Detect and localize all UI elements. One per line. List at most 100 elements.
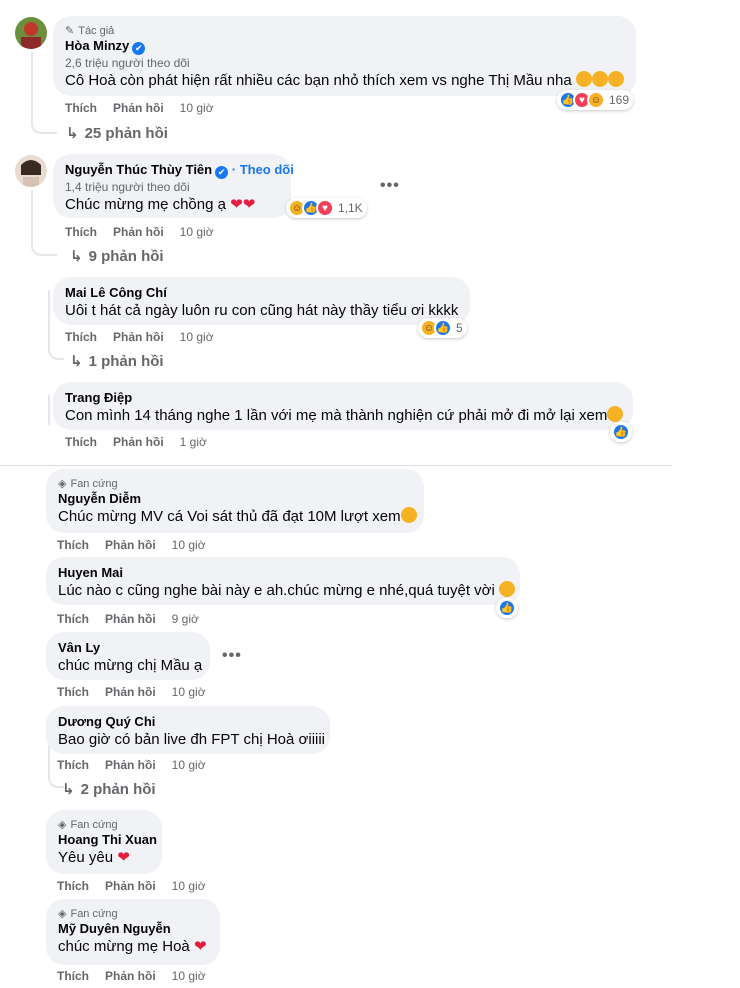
reply-button[interactable]: Phản hồi	[105, 969, 156, 983]
comment-bubble: Nguyễn Thúc Thùy Tiên ✔ · Theo dõi 1,4 tr…	[53, 154, 294, 218]
comment-text: Con mình 14 tháng nghe 1 lần với mẹ mà t…	[65, 406, 624, 426]
verified-icon: ✔	[215, 166, 229, 179]
reaction-summary[interactable]: 👍	[496, 598, 518, 618]
section-divider	[0, 465, 672, 466]
comment-bubble: ◈ Fan cứng Hoang Thi Xuan Yêu yêu ❤	[46, 810, 162, 874]
timestamp[interactable]: 9 giờ	[172, 612, 199, 626]
reply-button[interactable]: Phản hồi	[105, 879, 156, 893]
commenter-name[interactable]: Dương Quý Chi	[58, 714, 318, 730]
badge-label: Fan cứng	[70, 478, 118, 490]
reaction-summary[interactable]: 👍 ♥ ☺ 169	[557, 90, 634, 110]
comment-text: Chúc mừng MV cá Voi sát thủ đã đạt 10M l…	[58, 507, 417, 527]
follower-count: 1,4 triệu người theo dõi	[65, 180, 190, 194]
replies-label: 1 phản hồi	[88, 352, 164, 370]
laughing-emoji-icon	[400, 507, 417, 523]
hugging-emoji-icon	[499, 581, 516, 597]
more-options-icon[interactable]: •••	[222, 647, 242, 665]
like-button[interactable]: Thích	[65, 435, 97, 449]
reaction-count: 1,1K	[338, 201, 363, 215]
reply-button[interactable]: Phản hồi	[105, 538, 156, 552]
heart-emoji-icon: ❤	[117, 849, 130, 866]
commenter-name[interactable]: Hòa Minzy ✔	[65, 38, 624, 55]
follower-count: 2,6 triệu người theo dõi	[65, 56, 190, 70]
commenter-name[interactable]: Mai Lê Công Chí	[65, 285, 458, 301]
replies-label: 25 phản hồi	[84, 124, 168, 142]
like-button[interactable]: Thích	[57, 969, 89, 983]
like-button[interactable]: Thích	[57, 758, 89, 772]
reply-button[interactable]: Phản hồi	[105, 612, 156, 626]
follow-label[interactable]: Theo dõi	[240, 162, 294, 177]
follow-button[interactable]: · Theo dõi	[232, 162, 294, 177]
heart-emoji-icon: ❤	[242, 196, 256, 213]
comment-actions: Thích Phản hồi 10 giờ	[57, 969, 206, 983]
grin-emoji-icon	[607, 406, 624, 422]
thread-line	[31, 190, 33, 234]
badge-label: Fan cứng	[70, 908, 118, 920]
timestamp[interactable]: 10 giờ	[172, 758, 206, 772]
comment-text-body: Con mình 14 tháng nghe 1 lần với mẹ mà t…	[65, 407, 608, 424]
timestamp[interactable]: 10 giờ	[172, 538, 206, 552]
comment-text-body: Lúc nào c cũng nghe bài này e ah.chúc mừ…	[58, 582, 495, 599]
thread-line	[48, 395, 50, 425]
commenter-name[interactable]: Huyen Mai	[58, 565, 508, 581]
heart-emoji-icon: ❤	[193, 938, 207, 955]
reply-button[interactable]: Phản hồi	[105, 758, 156, 772]
commenter-name[interactable]: Nguyễn Thúc Thùy Tiên ✔ · Theo dõi	[65, 162, 294, 179]
reaction-summary[interactable]: ☺ 👍 5	[418, 318, 467, 338]
reply-button[interactable]: Phản hồi	[113, 435, 164, 449]
timestamp[interactable]: 1 giờ	[180, 435, 207, 449]
reply-button[interactable]: Phản hồi	[113, 101, 164, 115]
timestamp[interactable]: 10 giờ	[172, 685, 206, 699]
comment-text: Cô Hoà còn phát hiện rất nhiều các bạn n…	[65, 71, 624, 91]
like-button[interactable]: Thích	[57, 685, 89, 699]
comment-text: Uôi t hát cả ngày luôn ru con cũng hát n…	[65, 302, 459, 319]
timestamp[interactable]: 10 giờ	[180, 225, 214, 239]
like-button[interactable]: Thích	[65, 101, 97, 115]
like-button[interactable]: Thích	[57, 538, 89, 552]
timestamp[interactable]: 10 giờ	[180, 330, 214, 344]
timestamp[interactable]: 10 giờ	[172, 879, 206, 893]
comment-bubble: Vân Ly chúc mừng chị Mầu ạ	[46, 632, 210, 680]
comment-actions: Thích Phản hồi 10 giờ	[57, 758, 206, 772]
kiss-emoji-icon	[575, 71, 592, 87]
comment-text: chúc mừng chị Mầu ạ	[58, 657, 203, 674]
view-replies-button[interactable]: ↳ 1 phản hồi	[70, 352, 164, 371]
diamond-icon: ◈	[58, 819, 67, 831]
thread-line	[31, 52, 33, 112]
badge-label: Tác giả	[78, 25, 115, 37]
name-text[interactable]: Nguyễn Thúc Thùy Tiên	[65, 162, 212, 177]
badge-label: Fan cứng	[70, 819, 118, 831]
reply-button[interactable]: Phản hồi	[113, 225, 164, 239]
view-replies-button[interactable]: ↳ 2 phản hồi	[62, 780, 156, 799]
like-button[interactable]: Thích	[57, 612, 89, 626]
reply-arrow-icon: ↳	[70, 248, 83, 265]
view-replies-button[interactable]: ↳ 9 phản hồi	[70, 247, 164, 266]
commenter-name[interactable]: Hoang Thi Xuan	[58, 832, 157, 848]
commenter-name[interactable]: Vân Ly	[58, 640, 198, 656]
commenter-name[interactable]: Trang Điệp	[65, 390, 621, 406]
avatar[interactable]	[15, 17, 47, 49]
comment-actions: Thích Phản hồi 10 giờ	[65, 225, 214, 239]
commenter-name[interactable]: Nguyễn Diễm	[58, 491, 412, 507]
reply-arrow-icon: ↳	[70, 353, 83, 370]
reply-button[interactable]: Phản hồi	[113, 330, 164, 344]
more-options-icon[interactable]: •••	[380, 177, 400, 195]
like-button[interactable]: Thích	[65, 225, 97, 239]
comment-text-body: Chúc mừng MV cá Voi sát thủ đã đạt 10M l…	[58, 508, 401, 525]
avatar[interactable]	[15, 155, 47, 187]
reply-button[interactable]: Phản hồi	[105, 685, 156, 699]
like-button[interactable]: Thích	[57, 879, 89, 893]
timestamp[interactable]: 10 giờ	[172, 969, 206, 983]
reaction-summary[interactable]: 👍	[610, 422, 632, 442]
view-replies-button[interactable]: ↳ 25 phản hồi	[66, 124, 168, 143]
comment-bubble: Huyen Mai Lúc nào c cũng nghe bài này e …	[46, 557, 520, 605]
like-button[interactable]: Thích	[65, 330, 97, 344]
like-reaction-icon: 👍	[498, 599, 516, 617]
comment-text-body: Yêu yêu	[58, 849, 114, 866]
name-text[interactable]: Hòa Minzy	[65, 38, 129, 53]
kiss-emoji-icon	[607, 71, 624, 87]
reaction-summary[interactable]: ☺ 👍 ♥ 1,1K	[286, 198, 367, 218]
comment-text: Lúc nào c cũng nghe bài này e ah.chúc mừ…	[58, 581, 516, 601]
commenter-name[interactable]: Mỹ Duyên Nguyễn	[58, 921, 208, 937]
timestamp[interactable]: 10 giờ	[180, 101, 214, 115]
